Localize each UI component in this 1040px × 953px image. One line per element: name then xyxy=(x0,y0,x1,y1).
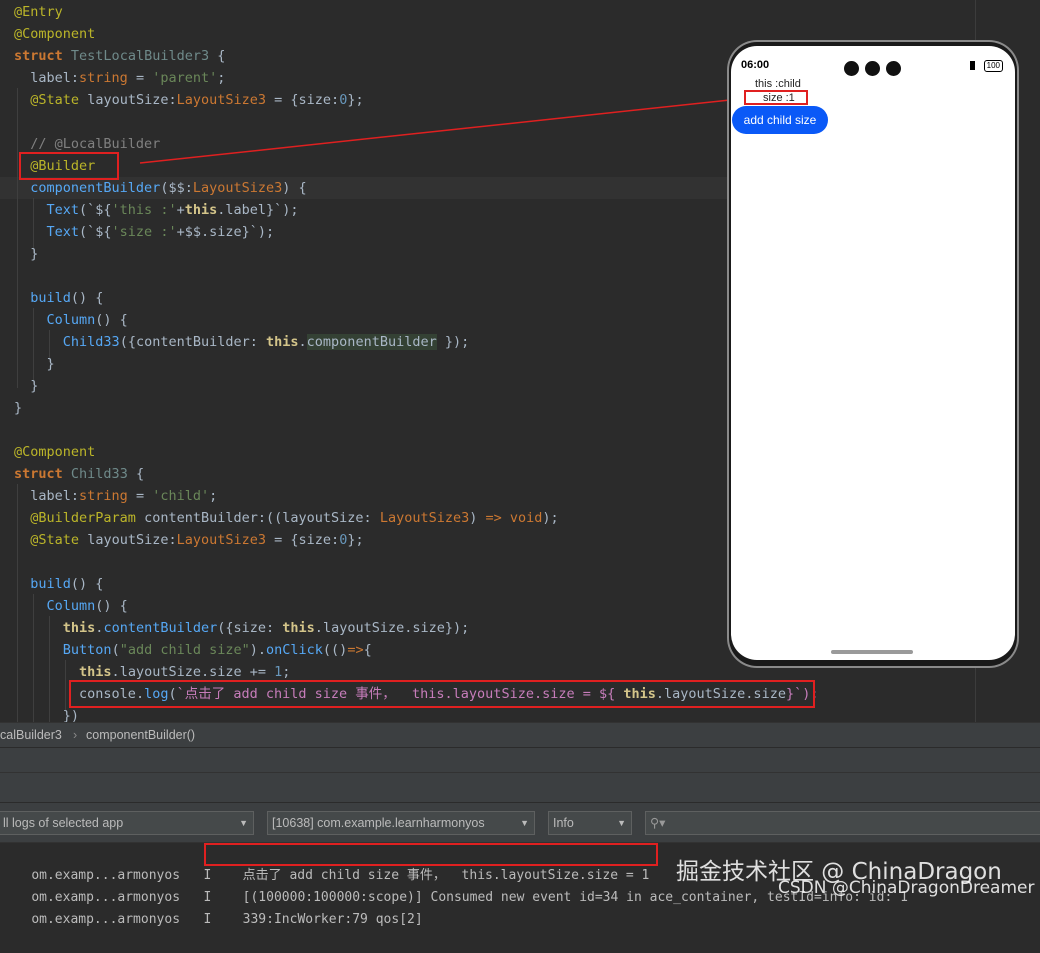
home-indicator xyxy=(831,650,913,654)
chevron-down-icon: ▼ xyxy=(520,818,529,828)
log-search-input[interactable]: ⚲▾ xyxy=(645,811,1040,835)
logcat-toolbar: ll logs of selected app ▼ [10638] com.ex… xyxy=(0,802,1040,843)
search-icon: ⚲▾ xyxy=(650,816,666,830)
breadcrumb-item[interactable]: componentBuilder() xyxy=(86,723,195,748)
breadcrumb-separator-icon: › xyxy=(73,728,78,742)
chevron-down-icon: ▼ xyxy=(617,818,626,828)
app-filter-dropdown[interactable]: ll logs of selected app ▼ xyxy=(0,811,254,835)
device-screen: 06:00 100 this :child size :1 add child … xyxy=(731,46,1015,660)
camera-icon xyxy=(886,61,901,76)
panel-header xyxy=(0,747,1040,773)
log-row[interactable]: om.examp...armonyos I 339:IncWorker:79 q… xyxy=(0,887,422,927)
builder-text-label: this :child xyxy=(755,78,801,90)
process-dropdown[interactable]: [10638] com.example.learnharmonyos ▼ xyxy=(267,811,535,835)
camera-icon xyxy=(844,61,859,76)
process-label: [10638] com.example.learnharmonyos xyxy=(272,816,485,830)
log-level-dropdown[interactable]: Info ▼ xyxy=(548,811,632,835)
chevron-down-icon: ▼ xyxy=(239,818,248,828)
breadcrumb-item[interactable]: calBuilder3 xyxy=(0,723,62,748)
log-message: 339:IncWorker:79 qos[2] xyxy=(242,912,423,927)
log-tag: om.examp...armonyos xyxy=(31,912,181,927)
status-bar: 06:00 100 xyxy=(731,46,1015,78)
log-highlight-box xyxy=(204,843,658,866)
status-time: 06:00 xyxy=(741,59,770,71)
breadcrumb: calBuilder3 › componentBuilder() xyxy=(0,722,1040,748)
app-filter-label: ll logs of selected app xyxy=(3,816,124,830)
battery-icon: 100 xyxy=(983,60,1003,72)
sim-icon xyxy=(970,61,975,70)
add-child-size-button[interactable]: add child size xyxy=(732,106,828,134)
watermark-csdn: CSDN @ChinaDragonDreamer xyxy=(778,878,1035,898)
panel-tabs xyxy=(0,772,1040,803)
camera-icon xyxy=(865,61,880,76)
size-highlight-box xyxy=(744,90,808,105)
log-level-label: Info xyxy=(553,816,574,830)
log-level: I xyxy=(203,912,212,927)
